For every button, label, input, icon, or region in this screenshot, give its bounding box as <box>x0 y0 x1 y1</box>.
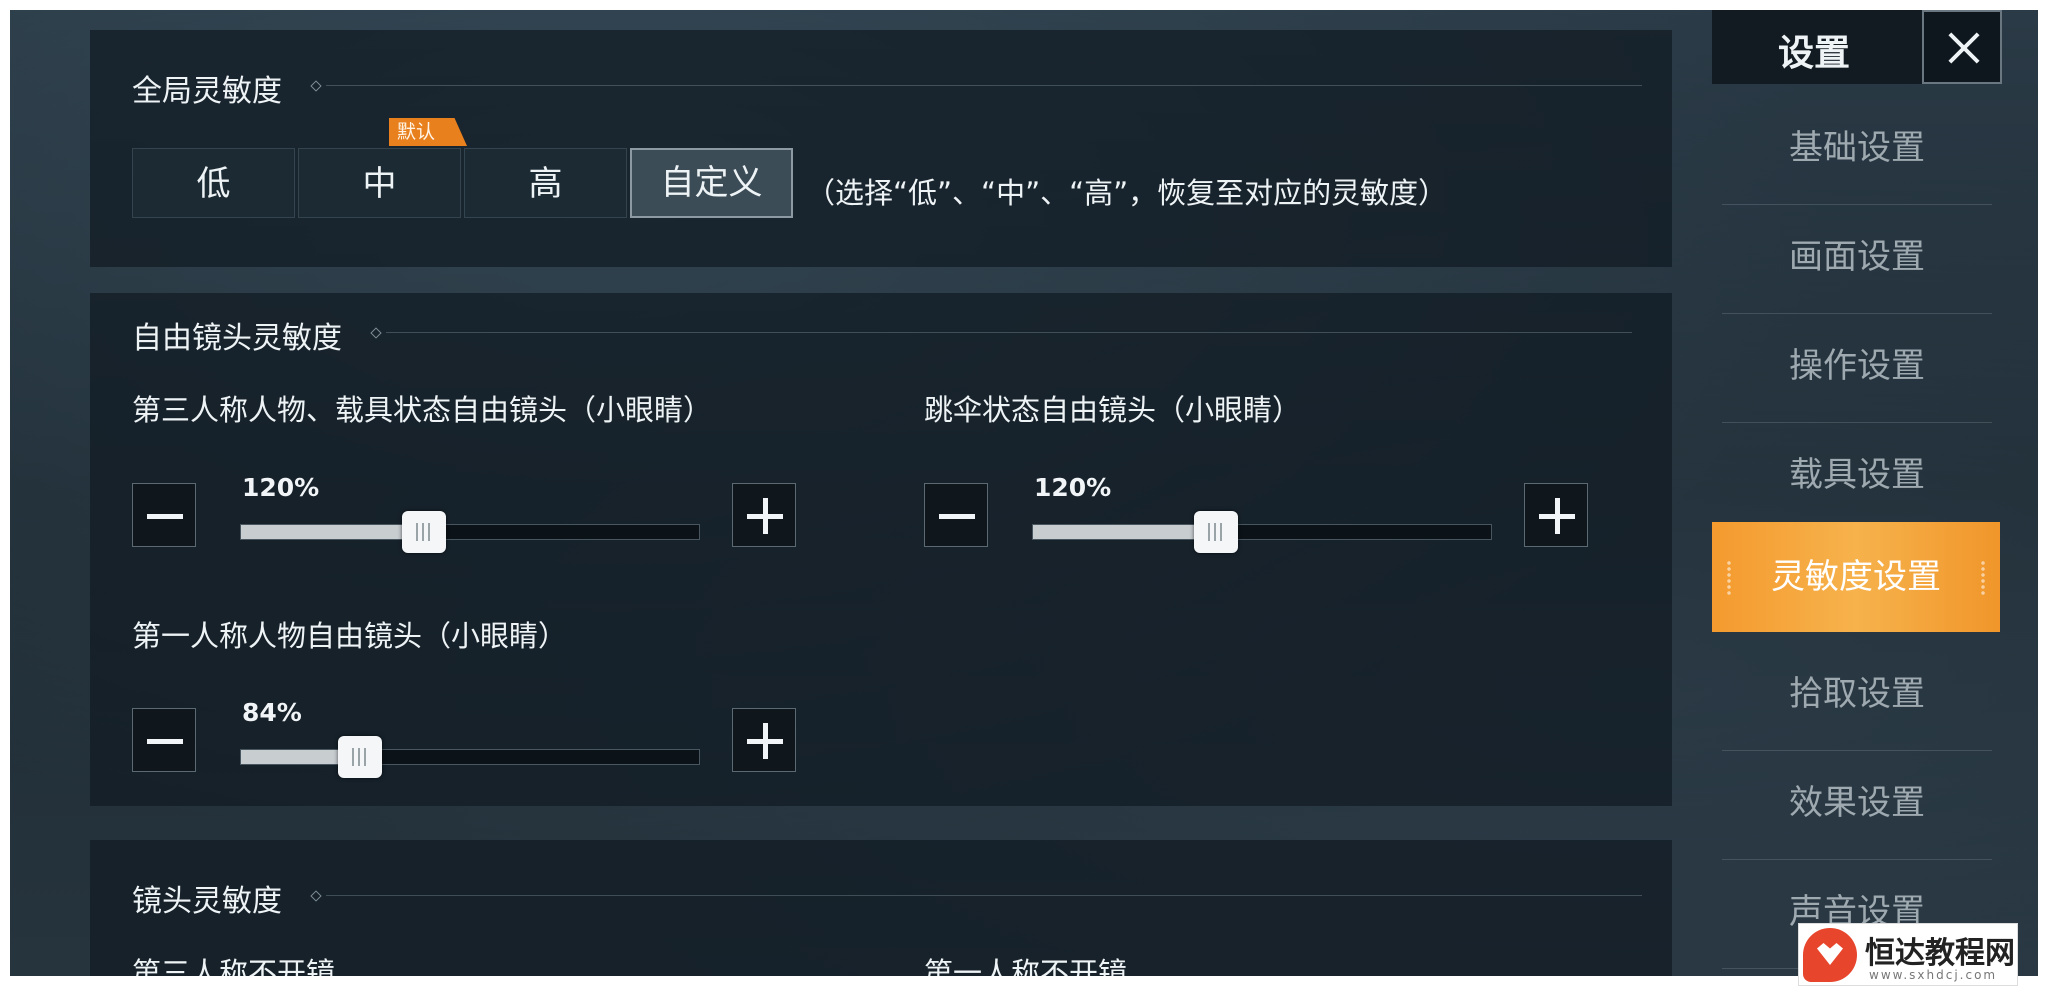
game-settings-screen: 全局灵敏度 默认 低 中 高 自定义 （选择“低”、“中”、“高”，恢复至对应的… <box>10 10 2038 976</box>
decrease-button[interactable] <box>924 483 988 547</box>
nav-item-vehicle[interactable]: 载具设置 <box>1722 421 1992 532</box>
slider-fill <box>241 525 425 539</box>
preset-high-button[interactable]: 高 <box>464 148 627 218</box>
increase-button[interactable] <box>1524 483 1588 547</box>
slider-value: 120% <box>242 473 320 502</box>
preset-medium-button[interactable]: 中 <box>298 148 461 218</box>
slider-label: 第一人称人物自由镜头（小眼睛） <box>132 619 568 653</box>
minus-icon <box>147 514 183 519</box>
nav-title: 设置 <box>1778 33 1851 74</box>
title-diamond-icon <box>310 80 322 92</box>
grip-right-icon <box>1980 560 1986 596</box>
title-diamond-icon <box>370 327 382 339</box>
minus-icon <box>939 514 975 519</box>
nav-item-pickup[interactable]: 拾取设置 <box>1722 640 1992 751</box>
camera-sensitivity-panel: 镜头灵敏度 第三人称不开镜 第一人称不开镜 <box>90 840 1672 976</box>
title-divider <box>386 332 1632 333</box>
preset-note: （选择“低”、“中”、“高”，恢复至对应的灵敏度） <box>806 176 1448 210</box>
camera-item-label: 第三人称不开镜 <box>132 956 336 976</box>
slider-thumb[interactable] <box>338 736 383 778</box>
watermark-name: 恒达教程网 <box>1865 936 2015 971</box>
slider-label: 第三人称人物、载具状态自由镜头（小眼睛） <box>132 393 713 427</box>
preset-low-button[interactable]: 低 <box>132 148 295 218</box>
slider-thumb[interactable] <box>402 511 447 553</box>
nav-item-effects[interactable]: 效果设置 <box>1722 749 1992 860</box>
nav-item-sensitivity[interactable]: 灵敏度设置 <box>1712 522 2000 632</box>
slider-thumb[interactable] <box>1194 511 1239 553</box>
global-sensitivity-panel: 全局灵敏度 默认 低 中 高 自定义 （选择“低”、“中”、“高”，恢复至对应的… <box>90 30 1672 267</box>
slider-track[interactable] <box>240 736 700 778</box>
preset-custom-button[interactable]: 自定义 <box>630 148 793 218</box>
slider-value: 120% <box>1034 473 1112 502</box>
watermark-url: www.sxhdcj.com <box>1869 968 1998 982</box>
nav-item-basic[interactable]: 基础设置 <box>1722 94 1992 205</box>
title-diamond-icon <box>310 890 322 902</box>
watermark: 恒达教程网 www.sxhdcj.com <box>1798 923 2018 986</box>
slider-track[interactable] <box>240 511 700 553</box>
slider-value: 84% <box>242 698 302 727</box>
nav-item-label: 灵敏度设置 <box>1771 557 1941 597</box>
grip-left-icon <box>1726 560 1732 596</box>
settings-nav: 设置 基础设置 画面设置 操作设置 载具设置 灵敏度设置 拾取设置 效果设置 声… <box>1712 10 2038 976</box>
close-icon[interactable] <box>1922 10 2002 84</box>
default-badge: 默认 <box>389 118 467 146</box>
increase-button[interactable] <box>732 483 796 547</box>
camera-item-label: 第一人称不开镜 <box>924 956 1128 976</box>
slider-track[interactable] <box>1032 511 1492 553</box>
increase-button[interactable] <box>732 708 796 772</box>
free-camera-title: 自由镜头灵敏度 <box>132 321 342 356</box>
decrease-button[interactable] <box>132 483 196 547</box>
camera-sensitivity-title: 镜头灵敏度 <box>132 884 282 919</box>
nav-item-controls[interactable]: 操作设置 <box>1722 312 1992 423</box>
global-sensitivity-title: 全局灵敏度 <box>132 74 282 109</box>
nav-item-graphics[interactable]: 画面设置 <box>1722 203 1992 314</box>
slider-label: 跳伞状态自由镜头（小眼睛） <box>924 393 1302 427</box>
title-divider <box>326 895 1642 896</box>
nav-header: 设置 <box>1712 10 2002 84</box>
decrease-button[interactable] <box>132 708 196 772</box>
free-camera-panel: 自由镜头灵敏度 第三人称人物、载具状态自由镜头（小眼睛） 120% 跳伞状态自由… <box>90 293 1672 806</box>
title-divider <box>326 85 1642 86</box>
heart-logo-icon <box>1803 928 1857 982</box>
slider-fill <box>1033 525 1217 539</box>
minus-icon <box>147 739 183 744</box>
